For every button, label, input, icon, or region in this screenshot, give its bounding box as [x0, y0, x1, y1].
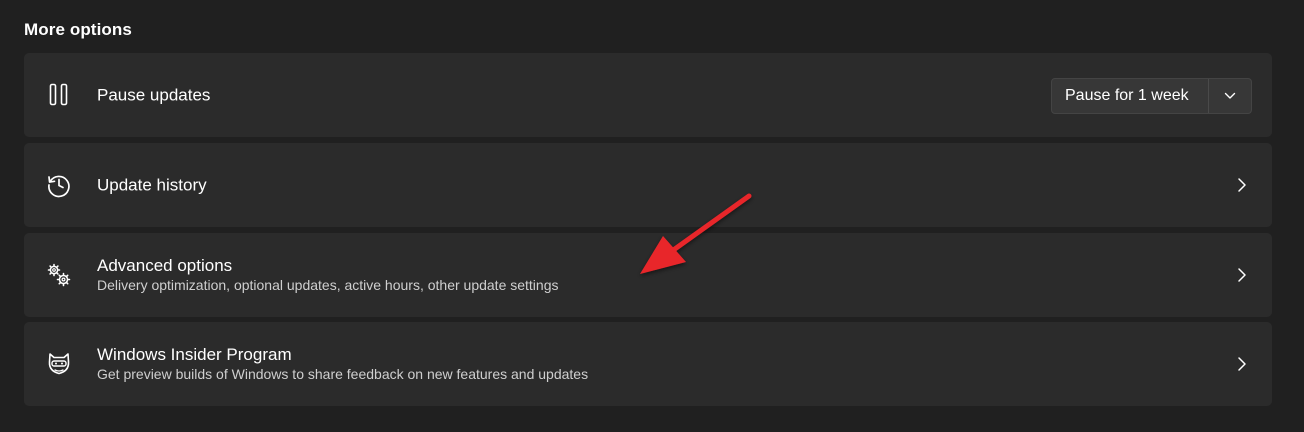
- advanced-options-title: Advanced options: [97, 256, 233, 275]
- chevron-right-icon: [1238, 178, 1246, 192]
- section-title: More options: [24, 20, 132, 39]
- chevron-down-icon[interactable]: [1209, 79, 1251, 113]
- ninja-cat-icon: [46, 351, 72, 377]
- insider-program-title: Windows Insider Program: [97, 345, 292, 364]
- advanced-options-text: Advanced options Delivery optimization, …: [97, 255, 559, 295]
- insider-program-text: Windows Insider Program Get preview buil…: [97, 344, 588, 384]
- insider-program-row[interactable]: Windows Insider Program Get preview buil…: [24, 322, 1272, 406]
- pause-icon: [46, 82, 72, 108]
- pause-updates-text: Pause updates: [97, 85, 210, 106]
- windows-update-more-options: More options Pause updates Pause for 1 w…: [0, 0, 1304, 432]
- gears-icon: [46, 262, 72, 288]
- pause-duration-value[interactable]: Pause for 1 week: [1052, 79, 1208, 113]
- update-history-row[interactable]: Update history: [24, 143, 1272, 227]
- chevron-right-icon: [1238, 268, 1246, 282]
- advanced-options-subtitle: Delivery optimization, optional updates,…: [97, 277, 559, 293]
- insider-program-subtitle: Get preview builds of Windows to share f…: [97, 366, 589, 382]
- advanced-options-row[interactable]: Advanced options Delivery optimization, …: [24, 233, 1272, 317]
- history-icon: [46, 172, 72, 198]
- chevron-right-icon: [1238, 357, 1246, 371]
- pause-updates-row: Pause updates Pause for 1 week: [24, 53, 1272, 137]
- update-history-text: Update history: [97, 175, 207, 196]
- pause-duration-dropdown[interactable]: Pause for 1 week: [1051, 78, 1252, 114]
- pause-updates-title: Pause updates: [97, 85, 211, 105]
- update-history-title: Update history: [97, 175, 207, 195]
